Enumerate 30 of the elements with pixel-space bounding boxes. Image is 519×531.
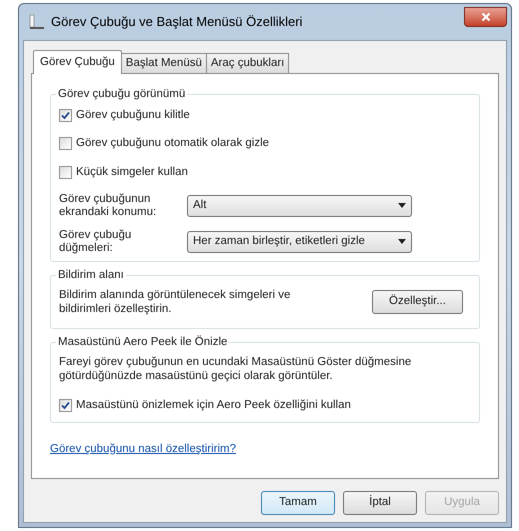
tab[interactable]: Görev Çubuğu bbox=[33, 50, 122, 74]
caret-icon bbox=[398, 239, 406, 244]
tab[interactable]: Araç çubukları bbox=[206, 53, 290, 73]
checkbox-label: Masaüstünü önizlemek için Aero Peek özelliğini kullan bbox=[76, 398, 351, 413]
checkmark-icon bbox=[61, 111, 70, 120]
close-icon bbox=[480, 12, 490, 22]
checkbox-label: Görev çubuğunu kilitle bbox=[76, 108, 190, 123]
dialog-button[interactable]: Tamam bbox=[261, 491, 335, 515]
window-icon bbox=[29, 14, 45, 30]
checkbox[interactable] bbox=[59, 398, 72, 412]
checkbox-label: Küçük simgeler kullan bbox=[76, 164, 188, 180]
dropdown[interactable]: Her zaman birleştir, etiketleri gizle bbox=[187, 230, 412, 253]
close-button[interactable] bbox=[464, 7, 507, 27]
notification-description: Bildirim alanında görüntülenecek simgeleri ve bildirimleri özelleştirin. bbox=[59, 288, 292, 316]
dropdown-label: Görev çubuğunun ekrandaki konumu: bbox=[59, 192, 158, 219]
dropdown[interactable]: Alt bbox=[187, 194, 412, 217]
group-title: Görev çubuğu görünümü bbox=[56, 87, 188, 102]
peek-description: Fareyi görev çubuğunun en ucundaki Masaüstünü Göster düğmesine götürdüğünüzde masaüstünü geçici olarak görüntüler. bbox=[59, 354, 412, 383]
dialog-button[interactable]: İptal bbox=[343, 491, 417, 515]
checkbox[interactable] bbox=[59, 166, 72, 179]
caret-icon bbox=[398, 203, 406, 208]
customize-button[interactable]: Özelleştir... bbox=[372, 290, 463, 314]
checkbox-label: Görev çubuğunu otomatik olarak gizle bbox=[76, 136, 270, 152]
checkbox[interactable] bbox=[59, 137, 72, 150]
checkmark-icon bbox=[61, 400, 70, 410]
window-title: Görev Çubuğu ve Başlat Menüsü Özellikleri bbox=[51, 13, 304, 32]
help-link[interactable]: Görev çubuğunu nasıl özelleştiririm? bbox=[50, 441, 236, 458]
checkbox[interactable] bbox=[59, 109, 72, 122]
tab[interactable]: Başlat Menüsü bbox=[120, 53, 207, 73]
dropdown-label: Görev çubuğu düğmeleri: bbox=[59, 228, 132, 255]
